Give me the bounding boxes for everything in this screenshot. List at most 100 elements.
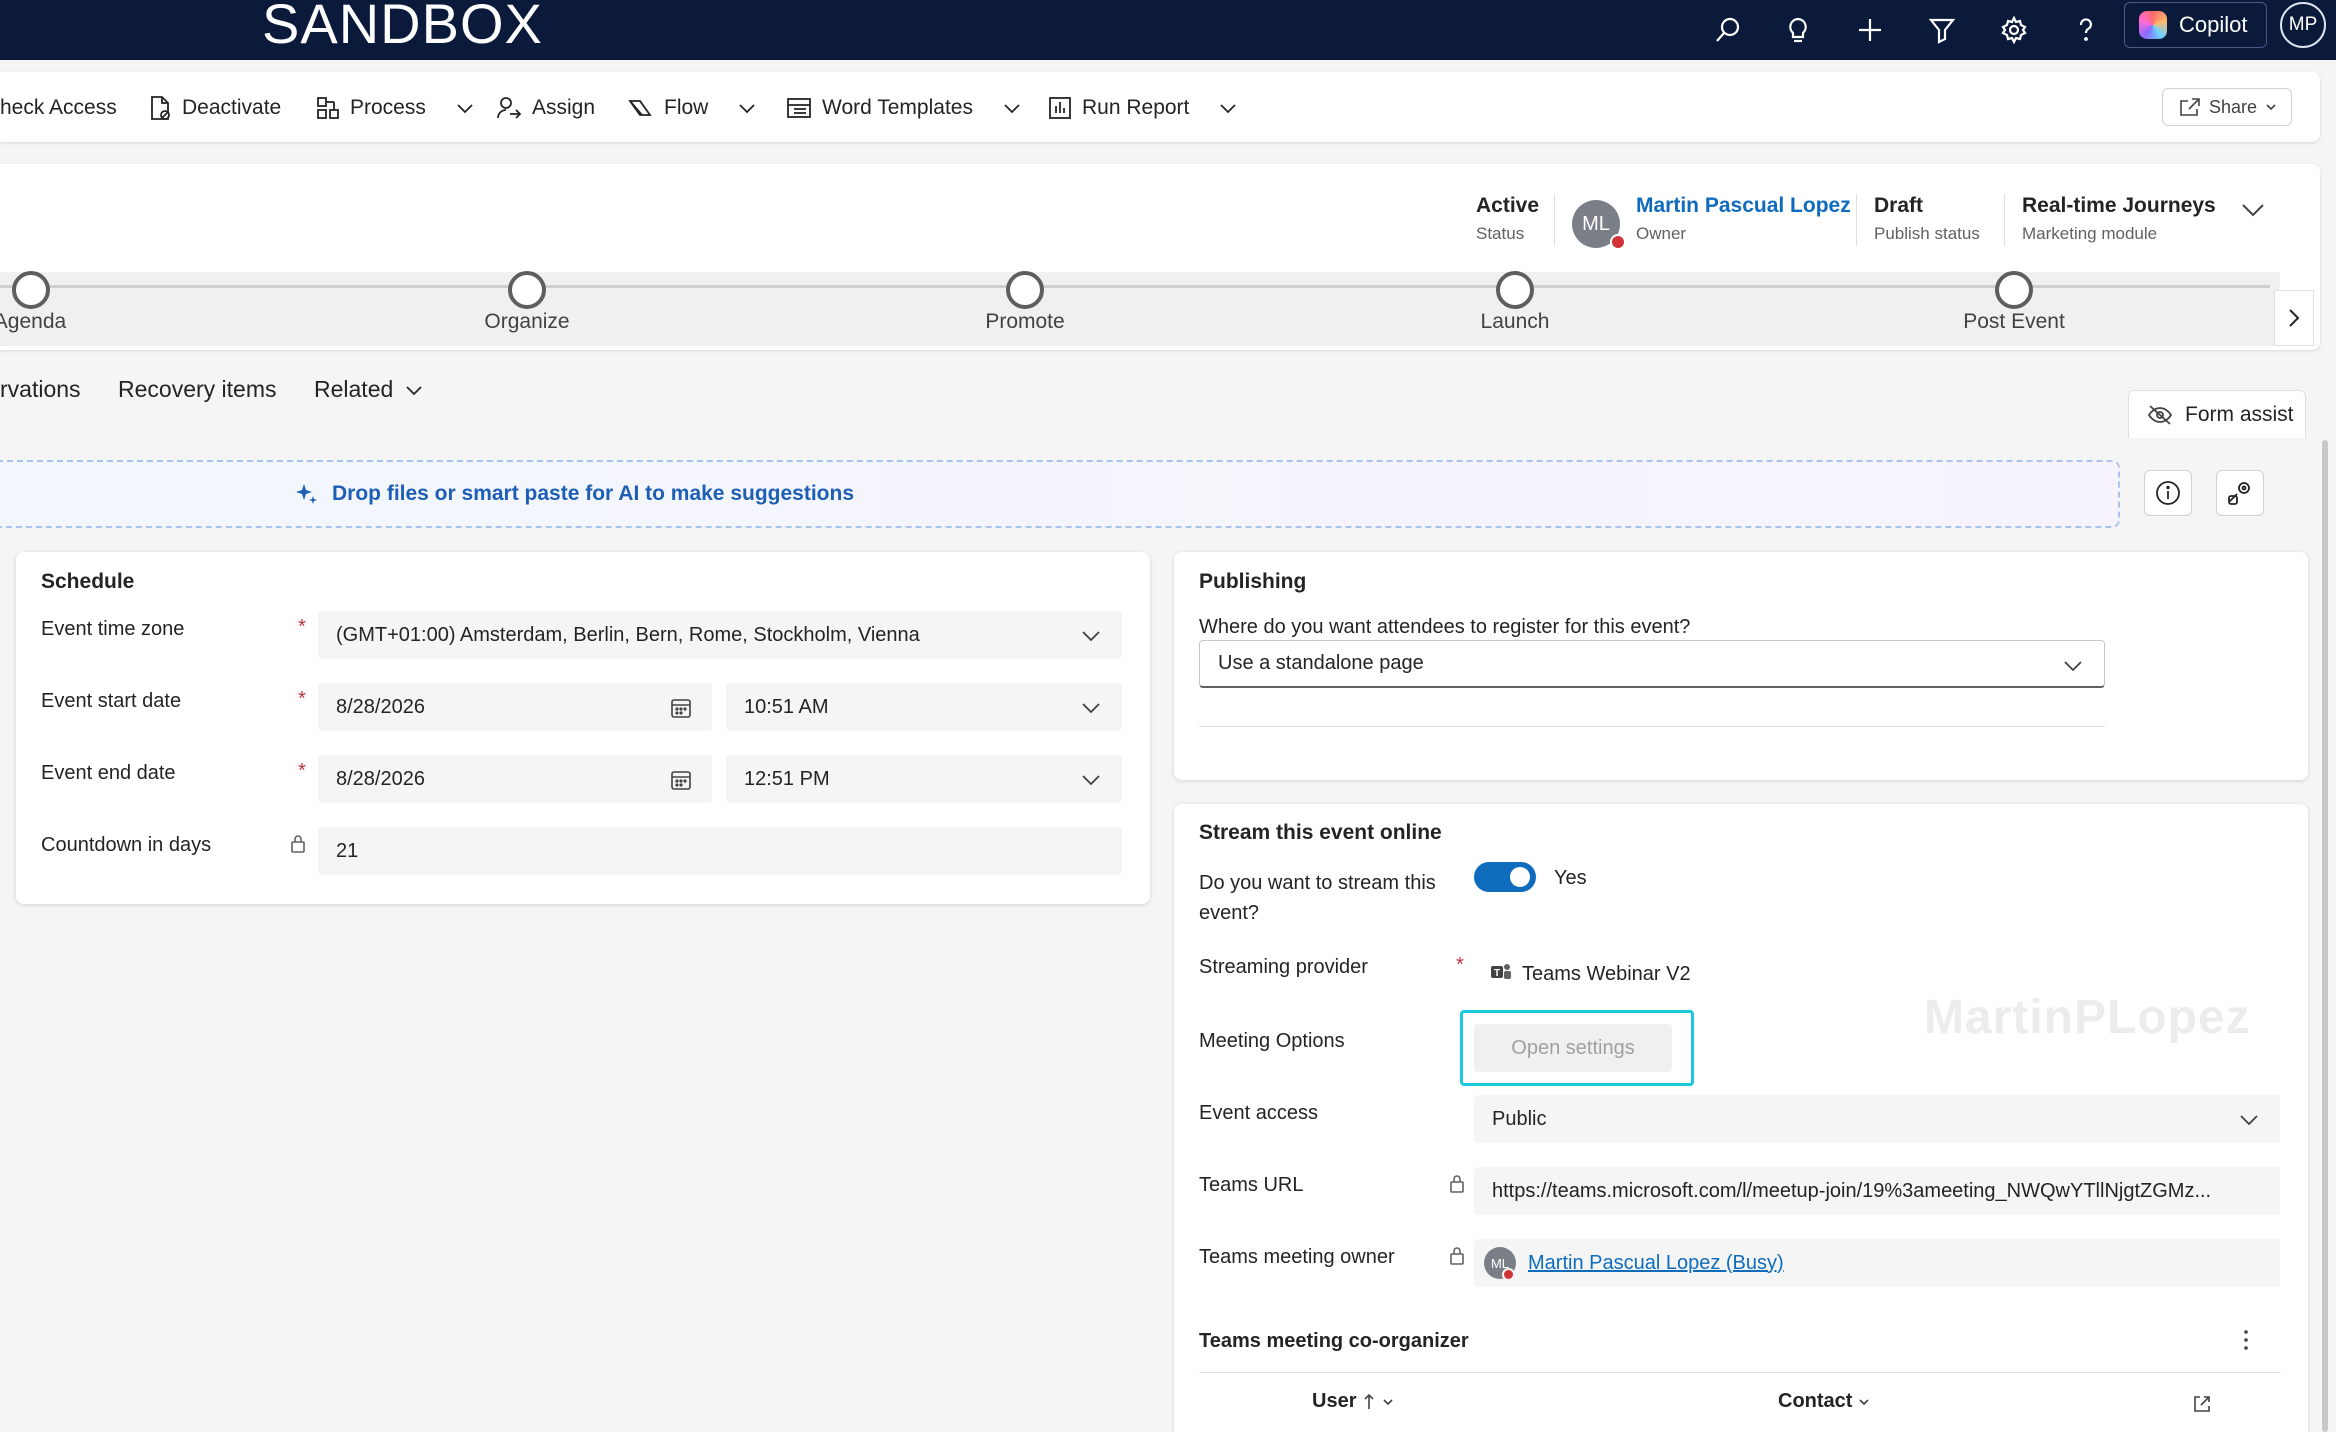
bpf-next-button[interactable] [2274, 290, 2314, 346]
share-icon [2180, 98, 2200, 116]
publish-status-field: Draft Publish status [1874, 194, 1980, 244]
share-button[interactable]: Share [2162, 88, 2292, 126]
tab-label: rvations [0, 376, 81, 402]
stream-question-line: event? [1199, 902, 1260, 924]
schedule-title: Schedule [41, 570, 135, 593]
report-icon [1049, 97, 1071, 119]
chevron-down-icon [2266, 104, 2276, 111]
lightbulb-icon[interactable] [1776, 8, 1820, 52]
word-templates-button[interactable]: Word Templates [786, 90, 1021, 126]
environment-name: SANDBOX [262, 0, 543, 55]
lock-icon [291, 835, 305, 853]
stage-label: Organize [484, 310, 570, 333]
start-time-select[interactable]: 10:51 AM [726, 683, 1122, 731]
event-access-value: Public [1492, 1107, 1547, 1130]
sort-ascending-icon [1364, 1393, 1375, 1409]
calendar-icon[interactable] [670, 697, 692, 719]
divider [2004, 194, 2005, 246]
marketing-module-field: Real-time Journeys Marketing module [2022, 194, 2216, 244]
owner-link[interactable]: Martin Pascual Lopez [1636, 194, 1851, 218]
chevron-down-icon [1859, 1398, 1870, 1405]
tab-reservations[interactable]: rvations [0, 376, 81, 403]
stage-promote[interactable] [1006, 271, 1044, 309]
form-assist-button[interactable]: Form assist [2128, 390, 2306, 438]
stage-launch[interactable] [1496, 271, 1534, 309]
stage-agenda[interactable] [12, 271, 50, 309]
owner-link[interactable]: Martin Pascual Lopez (Busy) [1528, 1252, 1784, 1275]
filter-icon[interactable] [1920, 8, 1964, 52]
marketing-module-label: Marketing module [2022, 224, 2158, 243]
process-label: Process [350, 96, 426, 119]
watermark: MartinPLopez [1924, 991, 2251, 1044]
chevron-down-icon [1004, 104, 1020, 114]
timezone-label: Event time zone [41, 618, 185, 640]
chevron-down-icon [1082, 775, 1100, 786]
start-date-value: 8/28/2026 [336, 695, 425, 718]
tab-recovery-items[interactable]: Recovery items [118, 376, 276, 403]
start-date-input[interactable]: 8/28/2026 [318, 683, 712, 731]
chevron-down-icon[interactable] [2240, 200, 2266, 220]
copilot-settings-button[interactable] [2216, 470, 2264, 516]
end-date-label: Event end date [41, 762, 176, 784]
stage-organize[interactable] [508, 271, 546, 309]
run-report-label: Run Report [1082, 96, 1190, 119]
form-assist-label: Form assist [2185, 402, 2294, 426]
deactivate-button[interactable]: Deactivate [148, 90, 281, 126]
column-label: Contact [1778, 1390, 1853, 1412]
timezone-select[interactable]: (GMT+01:00) Amsterdam, Berlin, Bern, Rom… [318, 611, 1122, 659]
countdown-value: 21 [336, 839, 359, 862]
end-date-input[interactable]: 8/28/2026 [318, 755, 712, 803]
smart-paste-dropzone[interactable]: Drop files or smart paste for AI to make… [0, 460, 2120, 528]
gear-icon[interactable] [1992, 8, 2036, 52]
scrollbar[interactable] [2322, 440, 2328, 1432]
document-icon [151, 96, 170, 120]
status-label: Status [1476, 224, 1525, 243]
run-report-button[interactable]: Run Report [1048, 90, 1237, 126]
coorganizer-title: Teams meeting co-organizer [1199, 1330, 1469, 1352]
required-icon: * [298, 688, 306, 710]
lock-icon [1450, 1247, 1464, 1265]
more-icon[interactable] [2240, 1328, 2252, 1352]
streaming-provider-value[interactable]: Teams Webinar V2 [1522, 963, 1691, 986]
toggle-knob [1510, 867, 1530, 887]
countdown-input[interactable]: 21 [318, 827, 1122, 875]
business-process-flow [0, 272, 2280, 346]
info-icon [2156, 481, 2180, 505]
teams-icon: T [1491, 964, 1511, 979]
column-contact[interactable]: Contact [1778, 1390, 1870, 1413]
tab-label: Recovery items [118, 376, 277, 402]
open-in-new-icon[interactable] [2192, 1394, 2212, 1414]
check-access-button[interactable]: heck Access [0, 90, 117, 126]
flow-button[interactable]: Flow [628, 90, 756, 126]
teams-url-input[interactable]: https://teams.microsoft.com/l/meetup-joi… [1474, 1167, 2280, 1215]
divider [1199, 726, 2105, 727]
calendar-icon[interactable] [670, 769, 692, 791]
chevron-down-icon [739, 104, 755, 114]
search-icon[interactable] [1706, 8, 1750, 52]
help-icon[interactable] [2064, 8, 2108, 52]
registration-value: Use a standalone page [1218, 652, 1424, 674]
end-time-select[interactable]: 12:51 PM [726, 755, 1122, 803]
assign-button[interactable]: Assign [496, 90, 595, 126]
chevron-down-icon [1220, 104, 1237, 114]
divider [1856, 194, 1857, 246]
stage-label: Agenda [0, 310, 67, 333]
copilot-button[interactable]: Copilot [2124, 2, 2267, 48]
info-button[interactable] [2144, 470, 2192, 516]
teams-owner-input: ML Martin Pascual Lopez (Busy) [1474, 1239, 2280, 1287]
busy-presence-icon [1502, 1268, 1515, 1281]
publish-status-label: Publish status [1874, 224, 1980, 243]
registration-select[interactable]: Use a standalone page [1199, 640, 2105, 688]
open-settings-button[interactable]: Open settings [1474, 1024, 1672, 1072]
status-value: Active [1476, 194, 1540, 217]
chevron-down-icon [2064, 661, 2082, 672]
tab-related[interactable]: Related [314, 376, 423, 403]
user-avatar[interactable]: MP [2280, 2, 2326, 48]
process-button[interactable]: Process [316, 90, 474, 126]
chevron-down-icon [1383, 1398, 1394, 1405]
process-icon [317, 97, 339, 119]
event-access-select[interactable]: Public [1474, 1095, 2280, 1143]
stage-post-event[interactable] [1995, 271, 2033, 309]
plus-icon[interactable] [1848, 8, 1892, 52]
column-user[interactable]: User [1312, 1390, 1394, 1413]
